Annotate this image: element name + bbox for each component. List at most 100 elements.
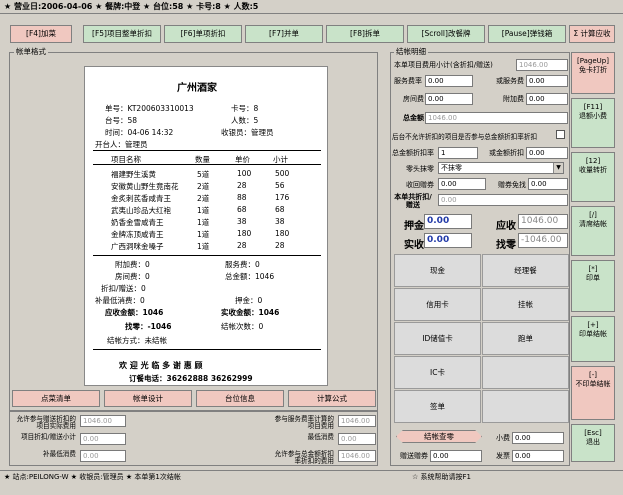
pay-method-2-0[interactable]: ID储值卡 [394,322,481,355]
toolbar-button-4[interactable]: [F8]拆单 [326,25,404,43]
item-fee-label: 本单项目费用小计(含折扣/赠送) [394,61,493,69]
side-button-3[interactable]: [/] 清席结帐 [571,206,615,256]
no-discount-label: 后台不允许折扣的项目是否参与总金额折扣率折扣 [392,133,538,141]
receipt-item-qty: 2道 [197,194,210,203]
receipt-item-subtotal: 180 [275,229,290,238]
bottom-button-2[interactable]: 台位信息 [196,390,284,407]
toolbar-button-2[interactable]: [F6]单项折扣 [164,25,242,43]
receipt-preview: 广州酒家 单号：KT200603310013 卡号：8 台号：58 人数：5 时… [84,66,328,386]
collect-gift-field[interactable]: 0.00 [438,178,486,190]
tip-field[interactable]: 0.00 [512,432,564,444]
receivable-field[interactable]: 1046.00 [518,214,568,229]
deposit-field[interactable]: 0.00 [424,214,472,229]
no-discount-checkbox[interactable] [556,130,565,139]
fee-right-field-0[interactable]: 1046.00 [338,415,376,427]
r-room-fee: 房间费：0 [115,272,150,281]
r-discount: 折扣/赠送：0 [101,284,146,293]
invoice-field[interactable]: 0.00 [512,450,564,462]
fee-left-field-1[interactable]: 0.00 [80,433,126,445]
tip-label: 小费 [496,434,510,442]
receipt-item-price: 28 [237,241,247,250]
receipt-item-price: 28 [237,181,247,190]
chevron-down-icon[interactable]: ▼ [553,163,563,173]
or-service-field[interactable]: 0.00 [526,75,568,87]
r-settle-count: 结帐次数：0 [221,322,264,331]
receipt-item-name: 广西洞咪金嗓子 [111,242,164,251]
gift-coupon-label: 赠送赠券 [400,452,428,460]
change-field[interactable]: -1046.00 [518,233,568,248]
total-field[interactable]: 1046.00 [425,112,568,124]
invoice-label: 发票 [496,452,510,460]
side-button-0[interactable]: [PageUp] 免卡打折 [571,52,615,94]
bottom-button-0[interactable]: 点菜清单 [12,390,100,407]
gift-coupon-field[interactable]: 0.00 [430,450,482,462]
opener: 开台人：管理员 [95,140,148,149]
side-button-6[interactable]: [-] 不印单结帐 [571,366,615,420]
fee-right-label-1: 最低消费 [307,433,334,441]
toolbar-button-7[interactable]: Σ 计算应收 [569,25,615,43]
side-button-4[interactable]: [*] 印单 [571,260,615,312]
add-fee-field[interactable]: 0.00 [526,93,568,105]
side-button-5[interactable]: [+] 印单结帐 [571,316,615,362]
fee-left-field-0[interactable]: 1046.00 [80,415,126,427]
side-button-7[interactable]: [Esc] 退出 [571,424,615,462]
pay-method-3-0[interactable]: IC卡 [394,356,481,389]
side-button-1[interactable]: [F11] 退额小费 [571,98,615,148]
restaurant-name: 广州酒家 [177,83,217,94]
r-welcome: 欢 迎 光 临 多 谢 惠 顾 [119,361,203,370]
deposit-label: 押金 [404,221,424,232]
discount-total-field[interactable]: 0.00 [438,194,568,206]
receipt-item-price: 100 [237,169,252,178]
pay-method-3-1[interactable] [482,356,569,389]
pay-method-4-1[interactable] [482,390,569,423]
item-fee-field[interactable]: 1046.00 [516,59,568,71]
fee-left-label-0: 允许参与赠送折扣的项目实际费用 [16,415,76,430]
fee-right-field-1[interactable]: 0.00 [338,433,376,445]
receipt-item-qty: 2道 [197,182,210,191]
receipt-item-subtotal: 28 [275,241,285,250]
r-min-charge: 补最低消费：0 [95,296,145,305]
or-discount-field[interactable]: 0.00 [526,147,568,159]
receivable-value: 1046.00 [521,216,559,226]
receipt-item-price: 68 [237,205,247,214]
toolbar-button-6[interactable]: [Pause]弹钱箱 [488,25,566,43]
bill-format-title: 帐单格式 [14,46,48,57]
fee-right-field-2[interactable]: 1046.00 [338,450,376,462]
pay-method-4-0[interactable]: 签单 [394,390,481,423]
card-no: 卡号：8 [231,104,259,113]
room-fee-label: 房间费 [403,95,424,103]
bottom-button-1[interactable]: 帐单设计 [104,390,192,407]
toolbar-button-0[interactable]: [F4]加菜 [10,25,72,43]
toolbar-button-3[interactable]: [F7]并单 [245,25,323,43]
status-right: ☆ 系统帮助请按F1 [412,473,471,481]
receipt-item-price: 88 [237,193,247,202]
pay-method-0-0[interactable]: 现金 [394,254,481,287]
zero-select[interactable]: 不抹零 ▼ [438,162,564,174]
receipt-item-name: 奶香金雪咸青王 [111,218,164,227]
paid-field[interactable]: 0.00 [424,233,472,248]
or-service-label: 或服务费 [496,77,524,85]
fee-right-label-2: 允许参与总金额折扣率折扣的费用 [274,450,334,465]
status-left: ★ 站点:PEILONG-W ★ 收银员:管理员 ★ 本单第1次结帐 [4,473,181,481]
pay-method-2-1[interactable]: 跑单 [482,322,569,355]
pay-method-1-0[interactable]: 信用卡 [394,288,481,321]
bottom-button-3[interactable]: 计算公式 [288,390,376,407]
toolbar-button-5[interactable]: [Scroll]改餐牌 [407,25,485,43]
pay-method-1-1[interactable]: 挂帐 [482,288,569,321]
side-button-2[interactable]: [12] 收量转折 [571,152,615,202]
receipt-item-subtotal: 176 [275,193,290,202]
pay-method-0-1[interactable]: 经理餐 [482,254,569,287]
r-paid: 实收金额：1046 [221,308,280,317]
settlement-title: 结帐明细 [394,46,428,57]
r-change: 找零：-1046 [125,322,172,331]
service-rate-field[interactable]: 0.00 [425,75,473,87]
r-phone: 订餐电话：36262888 36262999 [129,374,253,383]
settle-button[interactable]: 结帐查零 [396,430,482,443]
fee-left-field-2[interactable]: 0.00 [80,450,126,462]
paid-value: 0.00 [427,235,450,245]
r-deposit: 押金：0 [235,296,263,305]
toolbar-button-1[interactable]: [F5]项目整单折扣 [83,25,161,43]
discount-rate-field[interactable]: 1 [438,147,478,159]
room-fee-field[interactable]: 0.00 [425,93,473,105]
gift-free-field[interactable]: 0.00 [528,178,568,190]
